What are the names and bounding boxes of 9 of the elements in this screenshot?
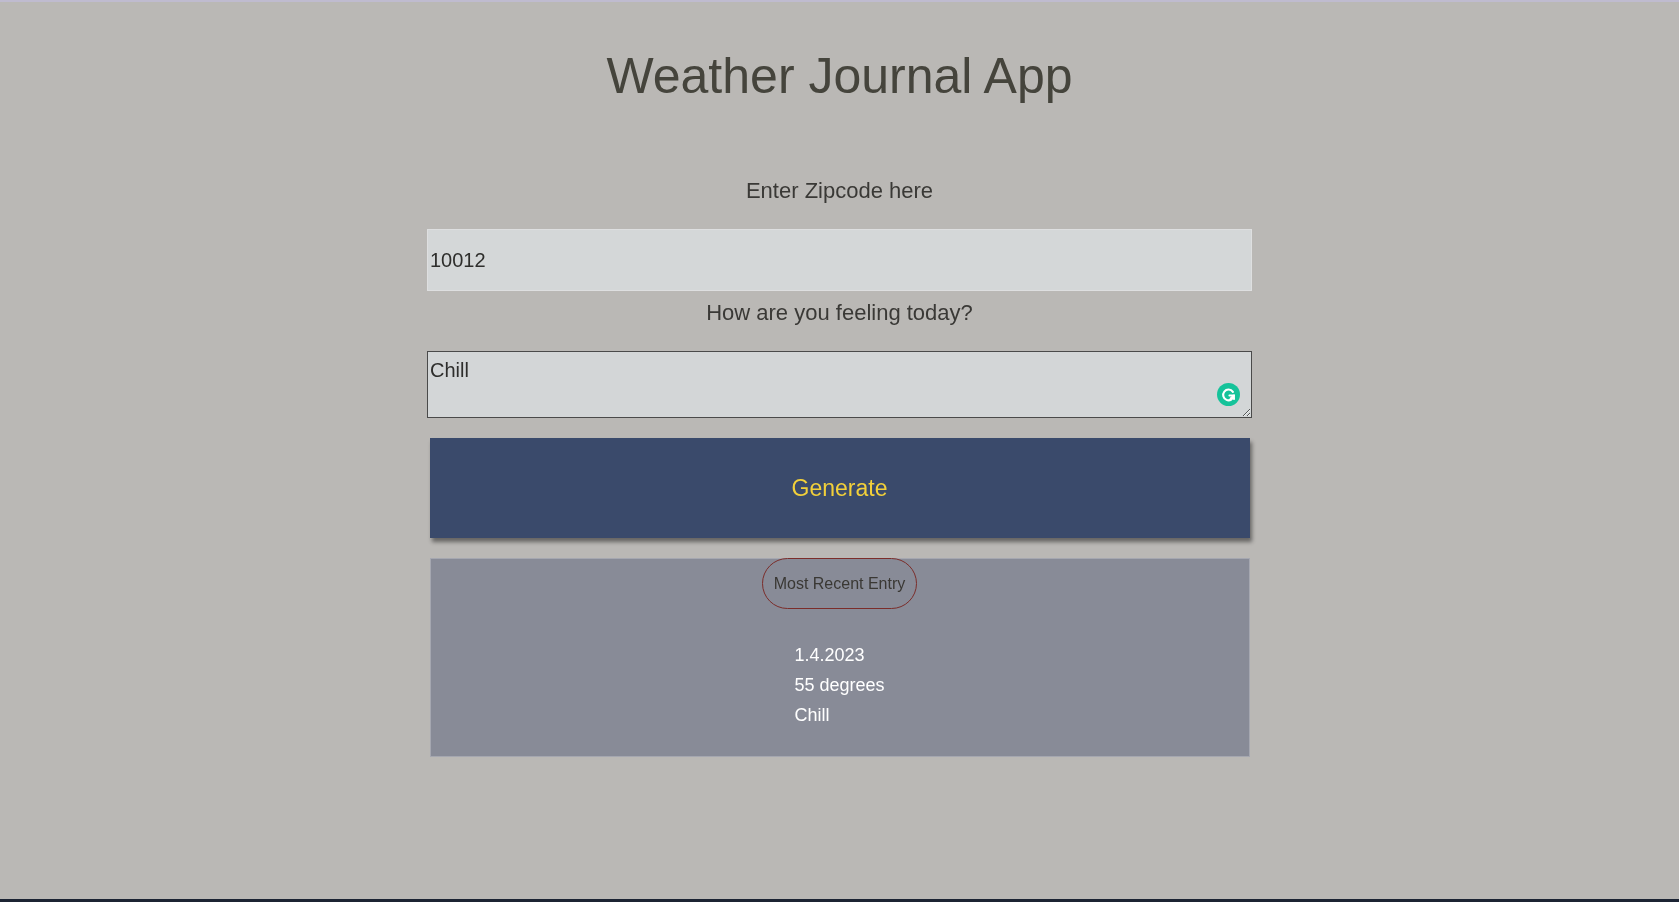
generate-button[interactable]: Generate [429,438,1250,538]
feelings-label: How are you feeling today? [706,299,973,327]
entry-date: 1.4.2023 [794,644,865,667]
entry-content: Chill [794,704,830,727]
entry-temperature: 55 degrees [794,674,885,697]
zipcode-label: Enter Zipcode here [745,177,934,205]
zipcode-field[interactable]: 10012 [427,229,1252,291]
page-title: Weather Journal App [606,47,1073,106]
feelings-field[interactable]: Chill [427,351,1252,418]
